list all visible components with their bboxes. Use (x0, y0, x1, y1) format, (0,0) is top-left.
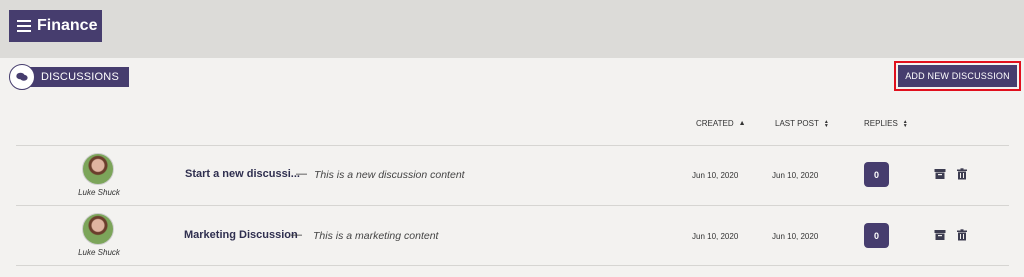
sort-icon: ▲ ▼ (902, 118, 908, 129)
trash-icon[interactable] (956, 229, 968, 241)
hamburger-icon (17, 20, 31, 32)
created-column-label: CREATED (696, 119, 734, 128)
discussion-excerpt: This is a new discussion content (314, 169, 465, 181)
last-post-column-label: LAST POST (775, 119, 819, 128)
discussions-title: DISCUSSIONS (21, 67, 129, 87)
add-discussion-highlight: ADD NEW DISCUSSION (894, 61, 1021, 91)
trash-icon[interactable] (956, 168, 968, 180)
archive-icon[interactable] (934, 168, 946, 180)
last-post-date: Jun 10, 2020 (772, 171, 819, 180)
title-separator: — (296, 168, 307, 180)
replies-count-badge[interactable]: 0 (864, 162, 889, 187)
created-date: Jun 10, 2020 (692, 171, 739, 180)
discussion-title-link[interactable]: Marketing Discussion (184, 229, 298, 241)
created-date: Jun 10, 2020 (692, 232, 739, 241)
finance-title: Finance (37, 17, 98, 34)
last-post-column-header[interactable]: LAST POST ▲ ▼ (775, 119, 829, 128)
title-separator: — (291, 229, 302, 241)
replies-column-header[interactable]: REPLIES ▲ ▼ (864, 119, 908, 128)
sort-asc-icon: ▲ (738, 120, 746, 127)
discussion-title-link[interactable]: Start a new discussi... (185, 168, 300, 180)
avatar[interactable] (82, 153, 114, 185)
author-name: Luke Shuck (78, 248, 120, 257)
sort-icon: ▲ ▼ (823, 118, 829, 129)
discussions-panel: DISCUSSIONS ADD NEW DISCUSSION CREATED ▲… (0, 58, 1024, 277)
row-divider (16, 265, 1009, 266)
discussions-header: DISCUSSIONS (9, 64, 129, 90)
author-name: Luke Shuck (78, 188, 120, 197)
table-row: Luke Shuck Marketing Discussion — This i… (16, 206, 1009, 266)
add-new-discussion-button[interactable]: ADD NEW DISCUSSION (898, 65, 1017, 87)
chat-bubble-icon (9, 64, 35, 90)
top-bar: Finance (0, 0, 1024, 58)
avatar[interactable] (82, 213, 114, 245)
replies-column-label: REPLIES (864, 119, 898, 128)
replies-count-badge[interactable]: 0 (864, 223, 889, 248)
finance-menu-button[interactable]: Finance (9, 10, 102, 42)
last-post-date: Jun 10, 2020 (772, 232, 819, 241)
archive-icon[interactable] (934, 229, 946, 241)
table-row: Luke Shuck Start a new discussi... — Thi… (16, 146, 1009, 206)
discussion-excerpt: This is a marketing content (313, 230, 439, 242)
created-column-header[interactable]: CREATED ▲ (696, 119, 746, 128)
